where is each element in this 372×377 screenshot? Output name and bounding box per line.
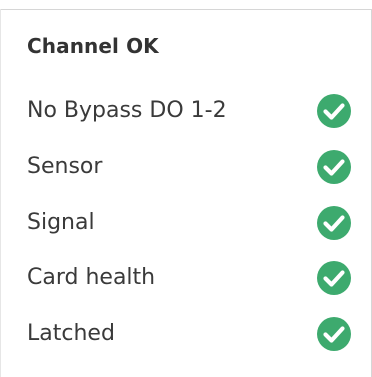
status-row-card-health: Card health	[27, 258, 357, 298]
check-circle-icon	[316, 260, 352, 296]
status-row-no-bypass: No Bypass DO 1-2	[27, 91, 357, 131]
check-circle-icon	[316, 93, 352, 129]
check-circle-icon	[316, 205, 352, 241]
status-label: Sensor	[27, 154, 103, 179]
status-label: Latched	[27, 321, 115, 346]
status-row-latched: Latched	[27, 314, 357, 354]
status-label: Card health	[27, 265, 156, 290]
check-circle-icon	[316, 149, 352, 185]
status-row-signal: Signal	[27, 203, 357, 243]
channel-status-panel: Channel OK No Bypass DO 1-2 Sensor Signa…	[0, 0, 372, 377]
status-label: No Bypass DO 1-2	[27, 98, 227, 123]
panel-border-left	[0, 9, 1, 377]
panel-title: Channel OK	[27, 34, 159, 58]
panel-border-top	[0, 9, 372, 10]
status-row-sensor: Sensor	[27, 147, 357, 187]
check-circle-icon	[316, 316, 352, 352]
status-label: Signal	[27, 210, 95, 235]
